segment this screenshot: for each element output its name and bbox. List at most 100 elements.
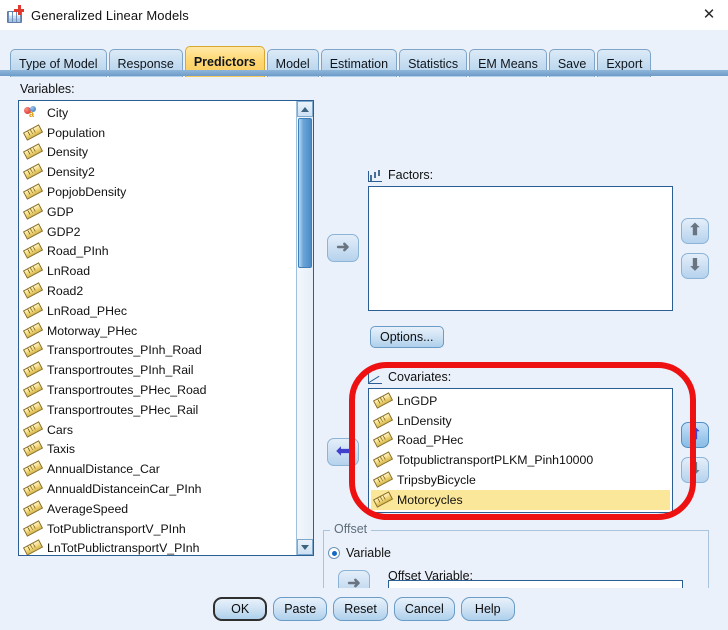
variable-list-item[interactable]: Transportroutes_PInh_Road: [21, 341, 296, 361]
variable-list-item[interactable]: Transportroutes_PInh_Rail: [21, 360, 296, 380]
arrow-right-icon: ➜: [336, 239, 350, 256]
covariates-label: Covariates:: [368, 370, 451, 384]
variable-name: Taxis: [47, 442, 76, 457]
move-to-covariates-button[interactable]: ⬅: [327, 438, 359, 466]
scale-variable-icon: [24, 363, 41, 377]
dialog-footer: OK Paste Reset Cancel Help: [0, 588, 728, 630]
covariates-move-down-button[interactable]: ⬇: [681, 457, 709, 483]
scale-variable-icon: [24, 264, 41, 278]
variable-list-item[interactable]: a City: [21, 103, 296, 123]
variable-list-item[interactable]: Road_PInh: [21, 242, 296, 262]
offset-group-title: Offset: [330, 522, 372, 536]
cancel-button[interactable]: Cancel: [393, 597, 455, 621]
scale-variable-icon: [24, 383, 41, 397]
covariate-list-item[interactable]: LnDensity: [371, 411, 670, 431]
scale-variable-icon: [24, 205, 41, 219]
variable-name: Motorway_PHec: [47, 323, 138, 338]
arrow-up-icon: ⬆: [688, 222, 702, 239]
variable-list-item[interactable]: AverageSpeed: [21, 499, 296, 519]
variable-name: TotpublictransportPLKM_Pinh10000: [397, 453, 594, 468]
scale-variable-icon: [374, 473, 391, 487]
variable-name: Cars: [47, 422, 73, 437]
paste-button[interactable]: Paste: [273, 597, 328, 621]
variable-name: PopjobDensity: [47, 185, 127, 200]
ok-button[interactable]: OK: [213, 597, 268, 621]
scale-variable-icon: [374, 394, 391, 408]
variable-name: LnRoad: [47, 264, 91, 279]
variable-name: AnnualDistance_Car: [47, 462, 160, 477]
variable-list-item[interactable]: Road2: [21, 281, 296, 301]
variable-list-item[interactable]: Transportroutes_PHec_Road: [21, 380, 296, 400]
variable-list-item[interactable]: Density2: [21, 162, 296, 182]
scale-variable-icon: [24, 482, 41, 496]
arrow-left-icon: ⬅: [336, 443, 350, 460]
scale-variable-icon: [24, 225, 41, 239]
dialog-body: Variables: a City Population Density Density…: [0, 78, 728, 630]
variable-list-item[interactable]: GDP2: [21, 222, 296, 242]
title-bar: Generalized Linear Models ✕: [0, 0, 728, 30]
variable-name: GDP2: [47, 224, 81, 239]
scale-variable-icon: [374, 453, 391, 467]
variable-name: Transportroutes_PInh_Road: [47, 343, 202, 358]
variable-list-item[interactable]: LnRoad: [21, 261, 296, 281]
scroll-up-icon[interactable]: [297, 101, 313, 117]
variable-list-item[interactable]: Transportroutes_PHec_Rail: [21, 400, 296, 420]
variable-list-item[interactable]: AnnualDistance_Car: [21, 459, 296, 479]
variables-scrollbar[interactable]: [296, 101, 313, 555]
variable-list-item[interactable]: TotPublictransportV_PInh: [21, 519, 296, 539]
variable-list-item[interactable]: Population: [21, 123, 296, 143]
variable-name: City: [47, 105, 69, 120]
radio-selected-icon: [328, 547, 340, 559]
variables-label: Variables:: [20, 82, 75, 96]
variable-name: LnTotPublictransportV_PInh: [47, 541, 200, 556]
tab-underline: [0, 70, 728, 76]
scale-variable-icon: [24, 244, 41, 258]
scale-variable-icon: [374, 493, 391, 507]
factors-label: Factors:: [368, 168, 433, 182]
variable-name: Transportroutes_PHec_Road: [47, 383, 207, 398]
variable-list-item[interactable]: AnnualdDistanceinCar_PInh: [21, 479, 296, 499]
scrollbar-thumb[interactable]: [298, 118, 312, 268]
variable-list-item[interactable]: Motorway_PHec: [21, 321, 296, 341]
variable-list-item[interactable]: PopjobDensity: [21, 182, 296, 202]
variable-list-item[interactable]: Cars: [21, 420, 296, 440]
variable-name: Transportroutes_PHec_Rail: [47, 402, 199, 417]
variable-name: LnGDP: [397, 393, 438, 408]
variable-list-item[interactable]: GDP: [21, 202, 296, 222]
factors-move-down-button[interactable]: ⬇: [681, 253, 709, 279]
covariate-list-item[interactable]: Motorcycles: [371, 489, 670, 510]
factors-items[interactable]: [371, 189, 670, 308]
reset-button[interactable]: Reset: [333, 597, 388, 621]
variables-listbox[interactable]: a City Population Density Density2 PopjobDens…: [18, 100, 314, 556]
scale-variable-icon: [24, 126, 41, 140]
variable-name: Motorcycles: [397, 492, 463, 507]
scale-variable-icon: [24, 541, 41, 555]
covariate-list-item[interactable]: LnGDP: [371, 391, 670, 411]
covariates-items[interactable]: LnGDP LnDensity Road_PHec Totpublictranspor…: [371, 391, 670, 510]
help-button[interactable]: Help: [460, 597, 515, 621]
scroll-down-icon[interactable]: [297, 539, 313, 555]
variables-items[interactable]: a City Population Density Density2 PopjobDens…: [19, 101, 296, 555]
arrow-down-icon: ⬇: [688, 257, 702, 274]
scale-variable-icon: [24, 145, 41, 159]
spss-glm-icon: [6, 5, 24, 24]
move-to-factors-button[interactable]: ➜: [327, 234, 359, 262]
covariates-move-up-button[interactable]: ⬆: [681, 422, 709, 448]
factors-listbox[interactable]: [368, 186, 673, 311]
bar-chart-icon: [368, 169, 383, 182]
variable-list-item[interactable]: LnTotPublictransportV_PInh: [21, 539, 296, 556]
covariates-listbox[interactable]: LnGDP LnDensity Road_PHec Totpublictranspor…: [368, 388, 673, 513]
variable-list-item[interactable]: Density: [21, 143, 296, 163]
variable-list-item[interactable]: LnRoad_PHec: [21, 301, 296, 321]
scale-variable-icon: [24, 522, 41, 536]
covariate-list-item[interactable]: Road_PHec: [371, 431, 670, 451]
options-button[interactable]: Options...: [370, 326, 444, 348]
offset-variable-radio[interactable]: Variable: [328, 546, 391, 560]
variable-list-item[interactable]: Taxis: [21, 440, 296, 460]
covariate-list-item[interactable]: TripsbyBicycle: [371, 470, 670, 490]
factors-move-up-button[interactable]: ⬆: [681, 218, 709, 244]
covariate-list-item[interactable]: TotpublictransportPLKM_Pinh10000: [371, 450, 670, 470]
variable-name: TripsbyBicycle: [397, 473, 476, 488]
scale-variable-icon: [374, 433, 391, 447]
close-icon[interactable]: ✕: [696, 3, 722, 25]
